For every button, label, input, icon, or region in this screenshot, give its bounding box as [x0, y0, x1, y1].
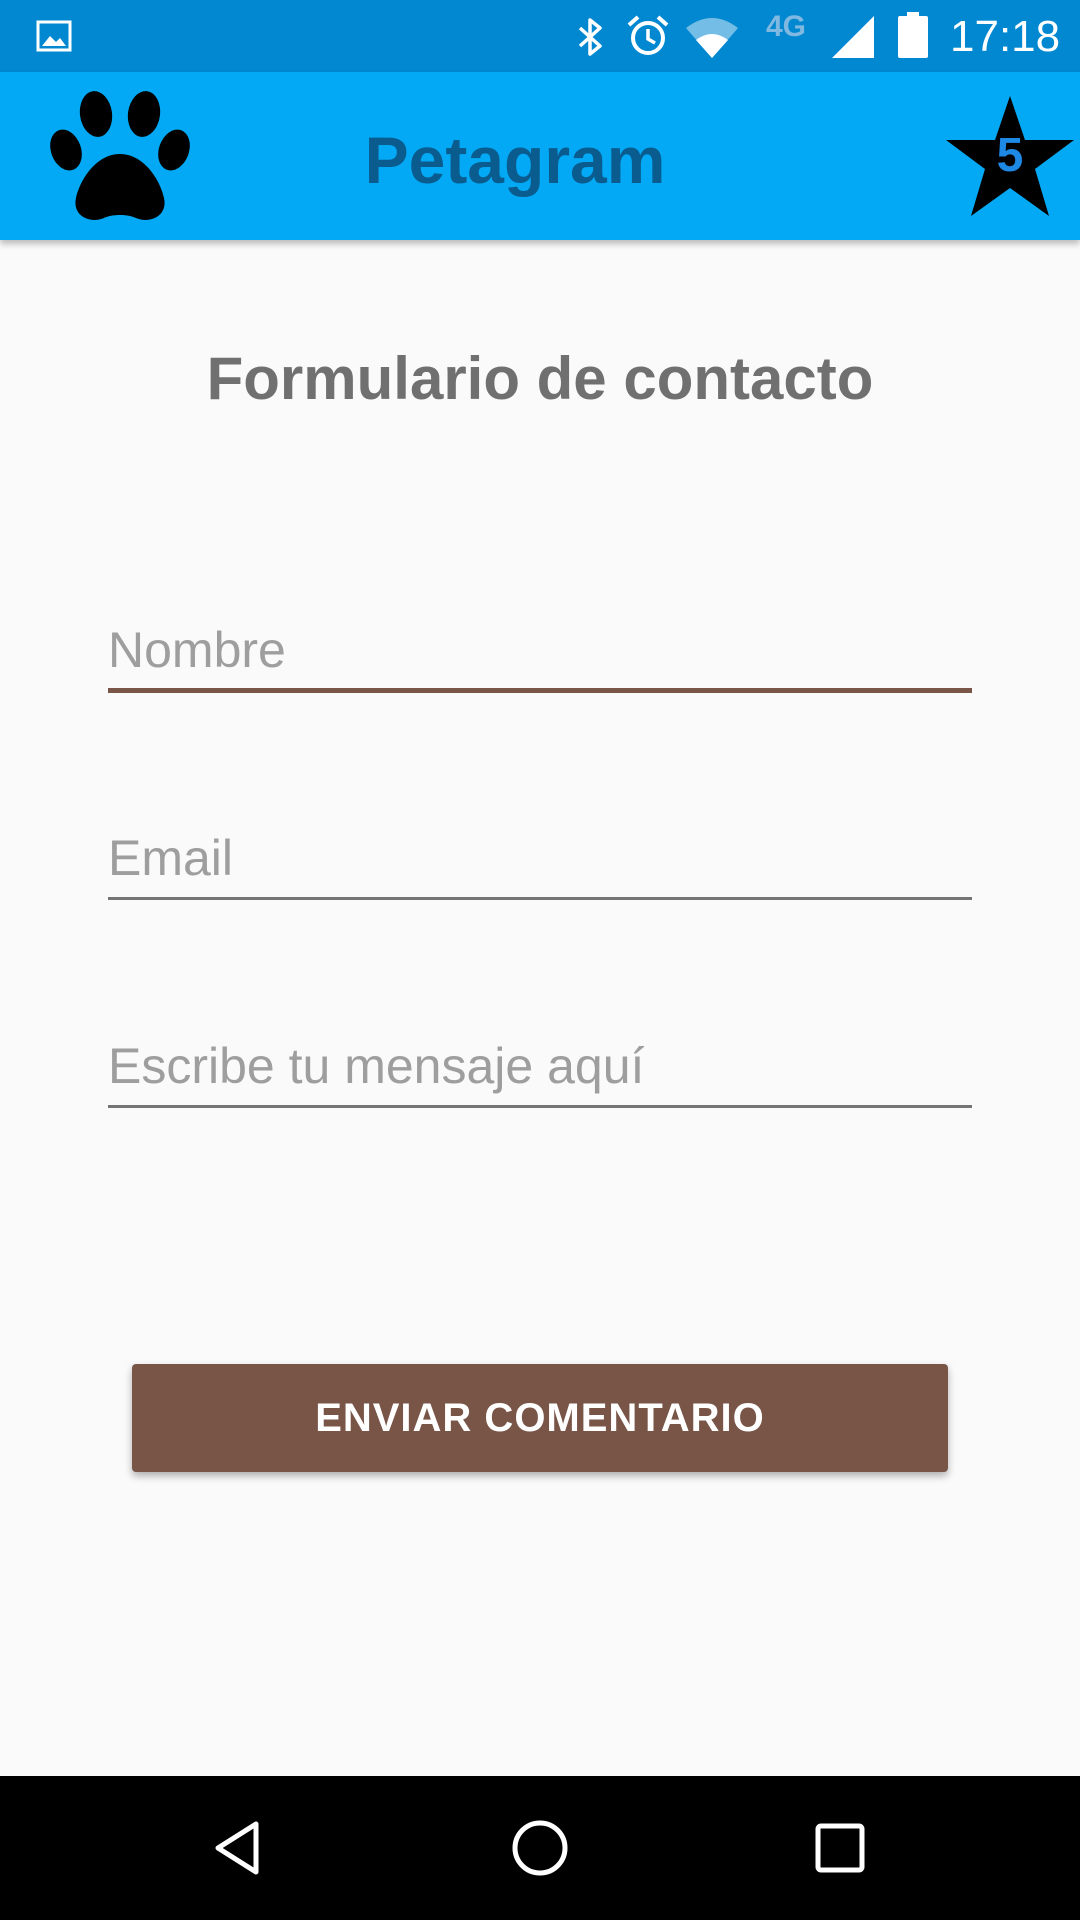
navigation-bar	[0, 1776, 1080, 1920]
page-title: Formulario de contacto	[206, 345, 874, 412]
recents-icon[interactable]	[804, 1812, 876, 1884]
home-icon[interactable]	[504, 1812, 576, 1884]
message-input[interactable]	[108, 1028, 972, 1104]
status-bar: 4G 17:18	[0, 0, 1080, 72]
alarm-icon	[627, 15, 669, 55]
message-underline	[108, 1105, 972, 1108]
name-underline	[108, 688, 972, 693]
email-input[interactable]	[108, 820, 972, 896]
favorites-count: 5	[996, 129, 1024, 182]
message-field[interactable]	[108, 1028, 972, 1108]
gallery-icon	[36, 20, 72, 52]
network-type-label: 4G	[766, 10, 807, 43]
name-input[interactable]	[108, 612, 972, 688]
name-field[interactable]	[108, 612, 972, 693]
bluetooth-icon	[578, 18, 602, 56]
favorites-button[interactable]: 5	[944, 94, 1076, 220]
app-title: Petagram	[364, 123, 666, 197]
email-field[interactable]	[108, 820, 972, 900]
status-clock: 17:18	[950, 12, 1061, 61]
back-icon[interactable]	[204, 1812, 276, 1884]
email-underline	[108, 897, 972, 900]
battery-icon	[898, 12, 928, 58]
wifi-icon	[686, 18, 738, 58]
signal-icon	[832, 16, 874, 58]
submit-comment-button[interactable]: ENVIAR COMENTARIO	[132, 1364, 948, 1472]
app-bar: Petagram 5	[0, 72, 1080, 240]
